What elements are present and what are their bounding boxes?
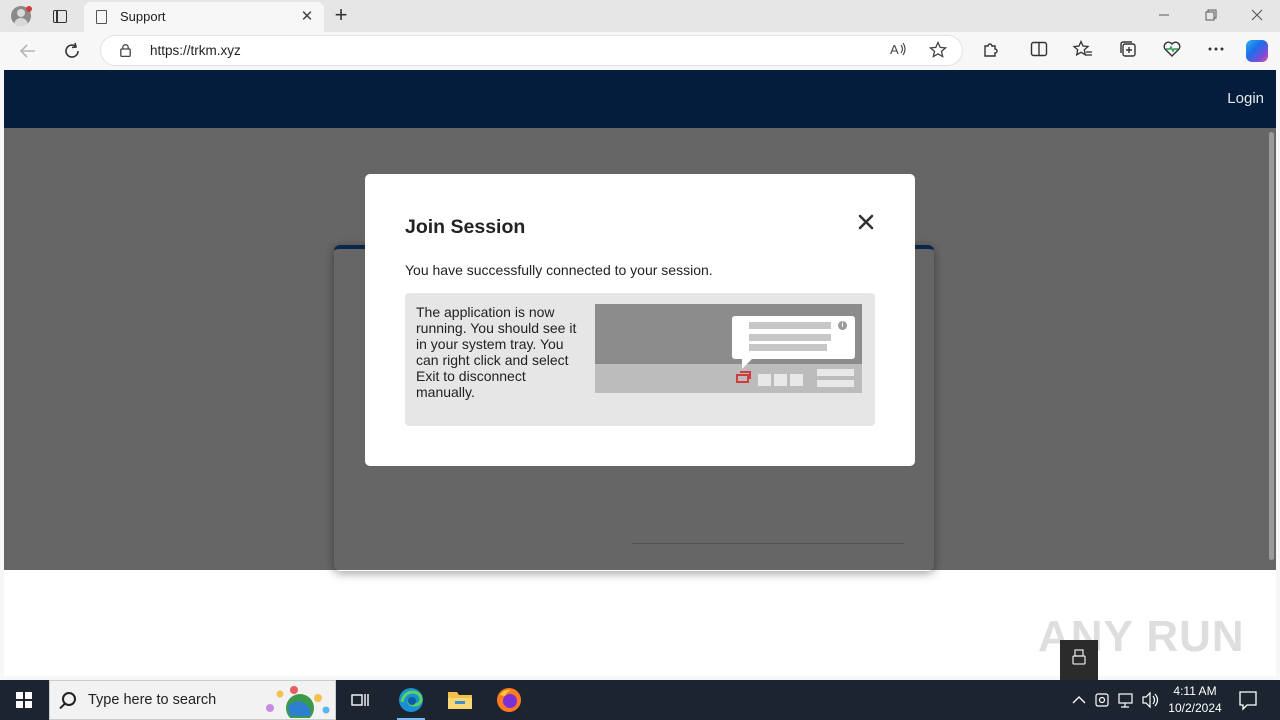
- search-placeholder: Type here to search: [88, 692, 217, 708]
- new-tab-button[interactable]: +: [330, 4, 352, 27]
- tab-actions-icon[interactable]: [48, 4, 72, 28]
- favorites-icon[interactable]: [1071, 39, 1095, 62]
- page-viewport: Login Join Session You have successfully…: [4, 70, 1276, 676]
- join-session-modal: Join Session You have successfully conne…: [365, 174, 915, 466]
- tab-title: Support: [120, 9, 166, 24]
- taskbar-clock[interactable]: 4:11 AM 10/2/2024: [1164, 683, 1226, 717]
- bubble-line: [749, 322, 831, 329]
- network-icon: [1118, 693, 1133, 708]
- copilot-icon[interactable]: [1246, 40, 1268, 62]
- search-highlight-icon: [266, 686, 330, 718]
- tab-strip: Support ✕ +: [0, 0, 1280, 32]
- meet-now-icon: [1095, 693, 1109, 707]
- firefox-icon: [497, 688, 521, 712]
- task-view-icon: [351, 694, 369, 706]
- close-icon[interactable]: [855, 212, 877, 234]
- notification-icon: [1239, 691, 1257, 711]
- tray-app-icon: [736, 371, 751, 383]
- bubble-line: [749, 344, 827, 351]
- tray-icon: [774, 374, 787, 386]
- close-window-button[interactable]: [1242, 6, 1272, 26]
- start-button[interactable]: [0, 680, 48, 720]
- address-bar[interactable]: https://trkm.xyz A: [100, 35, 963, 66]
- refresh-icon: [65, 42, 79, 58]
- speaker-icon: [1142, 691, 1159, 709]
- collections-icon[interactable]: [1116, 40, 1140, 62]
- show-hidden-icons-button[interactable]: [1068, 680, 1090, 720]
- search-icon: [62, 692, 76, 706]
- volume-button[interactable]: [1140, 680, 1162, 720]
- notifications-button[interactable]: [1234, 680, 1262, 720]
- tray-clock-line: [817, 380, 854, 387]
- clock-time: 4:11 AM: [1173, 684, 1217, 698]
- star-icon[interactable]: [927, 40, 949, 61]
- clock-date: 10/2/2024: [1168, 701, 1222, 715]
- puzzle-icon[interactable]: [979, 40, 1003, 62]
- arrow-left-icon: [19, 44, 35, 58]
- tray-clock-line: [817, 369, 854, 376]
- tray-icon: [790, 374, 803, 386]
- page-icon: [96, 10, 107, 24]
- tray-icon: [758, 374, 771, 386]
- browser-toolbar: https://trkm.xyz A: [0, 32, 1280, 70]
- info-box: The application is now running. You shou…: [405, 293, 875, 426]
- windows-icon: [16, 692, 32, 708]
- heart-pulse-icon[interactable]: [1160, 40, 1184, 62]
- modal-title: Join Session: [405, 216, 526, 238]
- url-text[interactable]: https://trkm.xyz: [150, 43, 241, 58]
- folder-icon: [448, 692, 472, 709]
- edge-icon: [399, 688, 423, 712]
- edge-taskbar-button[interactable]: [389, 680, 433, 720]
- task-view-button[interactable]: [338, 680, 382, 720]
- network-button[interactable]: [1116, 680, 1138, 720]
- minimize-button[interactable]: [1149, 6, 1179, 26]
- lock-icon[interactable]: [120, 44, 131, 57]
- chevron-up-icon: [1072, 696, 1086, 704]
- info-text: The application is now running. You shou…: [416, 304, 577, 400]
- split-screen-icon[interactable]: [1027, 40, 1051, 62]
- profile-icon[interactable]: [9, 4, 33, 28]
- tab-support[interactable]: Support ✕: [84, 2, 324, 32]
- svg-text:A: A: [890, 42, 899, 57]
- system-tray-illustration: i: [595, 304, 862, 393]
- restore-button[interactable]: [1196, 6, 1226, 26]
- bubble-tail: [742, 357, 754, 369]
- ellipsis-icon[interactable]: [1204, 40, 1228, 62]
- bubble-line: [749, 334, 831, 341]
- usb-icon[interactable]: [1060, 640, 1098, 680]
- back-button[interactable]: [15, 38, 41, 64]
- site-header: Login: [4, 70, 1276, 128]
- tray-network-status[interactable]: [1093, 680, 1113, 720]
- read-aloud-icon[interactable]: A: [888, 41, 910, 61]
- refresh-button[interactable]: [59, 38, 85, 64]
- firefox-button[interactable]: [487, 680, 531, 720]
- login-link[interactable]: Login: [1227, 90, 1264, 107]
- tab-close-icon[interactable]: ✕: [298, 8, 316, 26]
- taskbar: Type here to search 4:11 AM 10/2/2024: [0, 680, 1280, 720]
- taskbar-search[interactable]: Type here to search: [49, 680, 336, 720]
- file-explorer-button[interactable]: [438, 680, 482, 720]
- scrollbar[interactable]: [1269, 132, 1274, 560]
- info-icon: i: [838, 321, 847, 330]
- modal-message: You have successfully connected to your …: [405, 262, 713, 278]
